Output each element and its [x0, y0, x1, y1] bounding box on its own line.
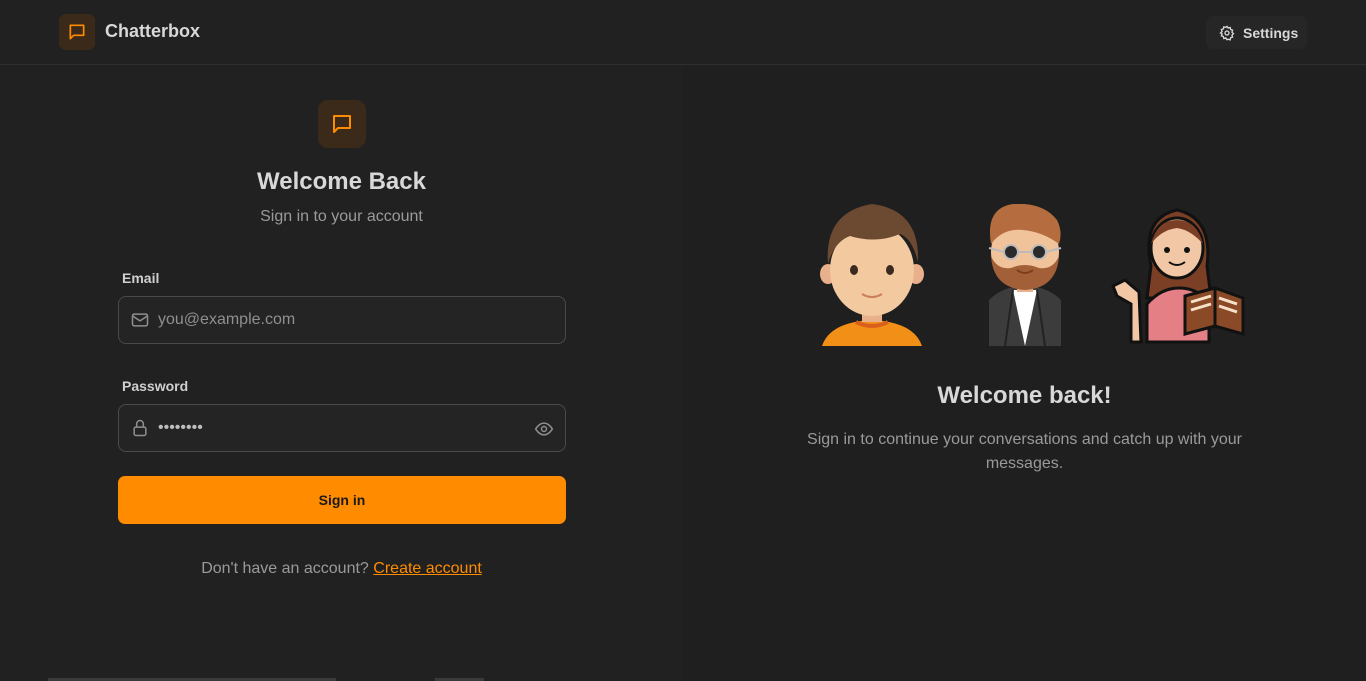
gear-icon — [1219, 24, 1235, 41]
email-label: Email — [122, 270, 160, 286]
password-field-wrapper — [118, 404, 566, 452]
signin-button[interactable]: Sign in — [118, 476, 566, 524]
signup-row: Don't have an account? Create account — [0, 560, 683, 578]
email-field-wrapper — [118, 296, 566, 344]
password-label: Password — [122, 378, 189, 394]
bearded-man-avatar — [988, 204, 1062, 346]
create-account-link[interactable]: Create account — [373, 560, 482, 577]
brand-logo[interactable] — [59, 14, 95, 50]
lock-icon — [133, 419, 147, 437]
top-header: Chatterbox Settings — [0, 0, 1366, 65]
eye-icon[interactable] — [534, 419, 554, 439]
form-title: Welcome Back — [257, 168, 426, 195]
settings-button[interactable]: Settings — [1206, 16, 1307, 49]
app-name: Chatterbox — [105, 21, 201, 41]
signup-prompt: Don't have an account? — [201, 560, 369, 577]
message-square-icon — [333, 115, 351, 133]
form-subtitle: Sign in to your account — [260, 208, 423, 225]
hero-subtitle: Sign in to continue your conversations a… — [807, 431, 1242, 472]
mail-icon — [131, 313, 149, 327]
reading-woman-avatar — [1111, 208, 1245, 344]
hero-title: Welcome back! — [937, 382, 1112, 409]
signin-panel: Welcome Back Sign in to your account Ema… — [0, 66, 683, 681]
password-field[interactable] — [158, 405, 518, 451]
email-field[interactable] — [158, 297, 518, 343]
boy-avatar — [820, 204, 924, 346]
form-logo — [318, 100, 366, 148]
message-square-icon — [69, 24, 85, 40]
settings-label: Settings — [1243, 24, 1299, 41]
hero-panel: Welcome back! Sign in to continue your c… — [683, 66, 1366, 681]
